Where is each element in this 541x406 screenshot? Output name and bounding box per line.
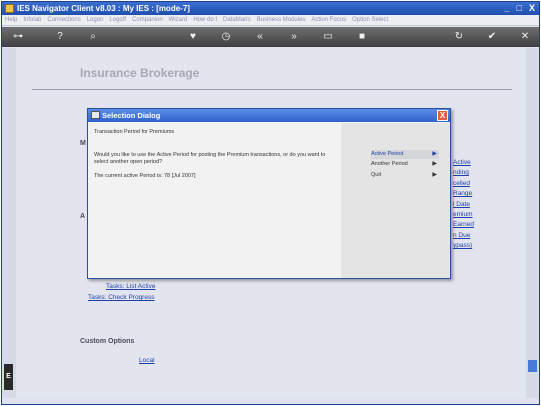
toolbar: ⊶ ? ⌕ ♥ ◷ « » ▭ ■ ↻ ✔ ✕ [2, 27, 539, 47]
search-icon[interactable]: ⌕ [87, 32, 99, 42]
dialog-title-bar: Selection Dialog X [88, 109, 450, 122]
link-local[interactable]: Local [139, 357, 155, 364]
link-tasks-check-progress[interactable]: Tasks: Check Progress [88, 294, 154, 301]
title-divider [32, 89, 512, 90]
option-quit[interactable]: Quit ▶ [371, 171, 439, 180]
dialog-close-button[interactable]: X [437, 110, 448, 121]
menu-infolab[interactable]: Infolab [23, 15, 41, 25]
menu-datamarts[interactable]: DataMarts [223, 15, 251, 25]
maximize-button[interactable]: □ [517, 2, 522, 15]
custom-options-heading: Custom Options [80, 338, 135, 345]
window-title: IES Navigator Client v8.03 : My IES : [m… [17, 4, 190, 13]
menu-logoff[interactable]: Logoff [109, 15, 126, 25]
left-panel-strip [2, 48, 16, 398]
ok-icon[interactable]: ✔ [486, 32, 498, 42]
link-due[interactable]: n Due [453, 232, 470, 239]
option-label: Quit [371, 172, 382, 178]
menu-help[interactable]: Help [5, 15, 17, 25]
refresh-icon[interactable]: ↻ [453, 32, 465, 42]
dialog-question-line1: Would you like to use the Active Period … [94, 152, 326, 158]
section-label-a: A [80, 213, 86, 220]
dialog-title: Selection Dialog [102, 111, 161, 120]
menu-action-focus[interactable]: Action Focus [311, 15, 346, 25]
link-active[interactable]: Active [453, 159, 471, 166]
dialog-icon [91, 111, 100, 119]
back-icon[interactable]: « [254, 32, 266, 42]
option-label: Active Period [371, 151, 404, 157]
page-title: Insurance Brokerage [80, 66, 200, 80]
clock-icon[interactable]: ◷ [220, 32, 232, 42]
link-tasks-list-active[interactable]: Tasks: List Active [106, 283, 156, 290]
title-bar: IES Navigator Client v8.03 : My IES : [m… [2, 2, 539, 15]
key-icon[interactable]: ⊶ [12, 32, 24, 42]
app-window: IES Navigator Client v8.03 : My IES : [m… [1, 1, 540, 405]
help-icon[interactable]: ? [54, 32, 66, 42]
forward-icon[interactable]: » [288, 32, 300, 42]
dialog-options-menu: Active Period ▶ Another Period ▶ Quit ▶ [341, 123, 450, 278]
link-date[interactable]: l Date [453, 201, 470, 208]
side-tab-left[interactable]: E [4, 364, 13, 390]
dialog-current-period: The current active Period is: 78 [Jul 20… [94, 173, 196, 179]
option-label: Another Period [371, 161, 408, 167]
option-another-period[interactable]: Another Period ▶ [371, 160, 439, 169]
link-pending[interactable]: nding [453, 169, 469, 176]
section-label-m: M [80, 140, 86, 147]
link-bypass[interactable]: ypass) [453, 242, 472, 249]
menu-connections[interactable]: Connections [47, 15, 80, 25]
chevron-right-icon: ▶ [432, 151, 437, 157]
menu-bar: Help Infolab Connections Logon Logoff Co… [2, 15, 539, 26]
heart-icon[interactable]: ♥ [187, 32, 199, 42]
menu-logon[interactable]: Logon [87, 15, 104, 25]
close-window-button[interactable]: X [529, 2, 535, 15]
app-logo-icon [5, 4, 14, 13]
dialog-body: Transaction Period for Premiums Would yo… [89, 123, 340, 278]
doc-icon[interactable]: ▭ [322, 32, 334, 42]
stop-icon[interactable]: ■ [356, 32, 368, 42]
chevron-right-icon: ▶ [432, 161, 437, 167]
selection-dialog: Selection Dialog X Transaction Period fo… [87, 108, 451, 279]
link-premium[interactable]: emium [453, 211, 473, 218]
chevron-right-icon: ▶ [432, 172, 437, 178]
option-active-period[interactable]: Active Period ▶ [371, 150, 439, 159]
close-icon[interactable]: ✕ [519, 32, 531, 42]
minimize-button[interactable]: _ [505, 2, 510, 15]
dialog-question-line2: select another open period? [94, 159, 163, 165]
menu-business-modules[interactable]: Business Modules [257, 15, 306, 25]
link-earned[interactable]: Earned [453, 221, 474, 228]
side-tab-right[interactable] [528, 360, 537, 372]
menu-how-do-i[interactable]: How do I [193, 15, 217, 25]
menu-option-select[interactable]: Option Select [352, 15, 388, 25]
right-panel-strip [525, 48, 539, 398]
dialog-heading: Transaction Period for Premiums [94, 129, 175, 135]
link-range[interactable]: Range [453, 190, 472, 197]
menu-companion[interactable]: Companion [132, 15, 163, 25]
menu-wizard[interactable]: Wizard [169, 15, 188, 25]
link-cancelled[interactable]: celled [453, 180, 470, 187]
